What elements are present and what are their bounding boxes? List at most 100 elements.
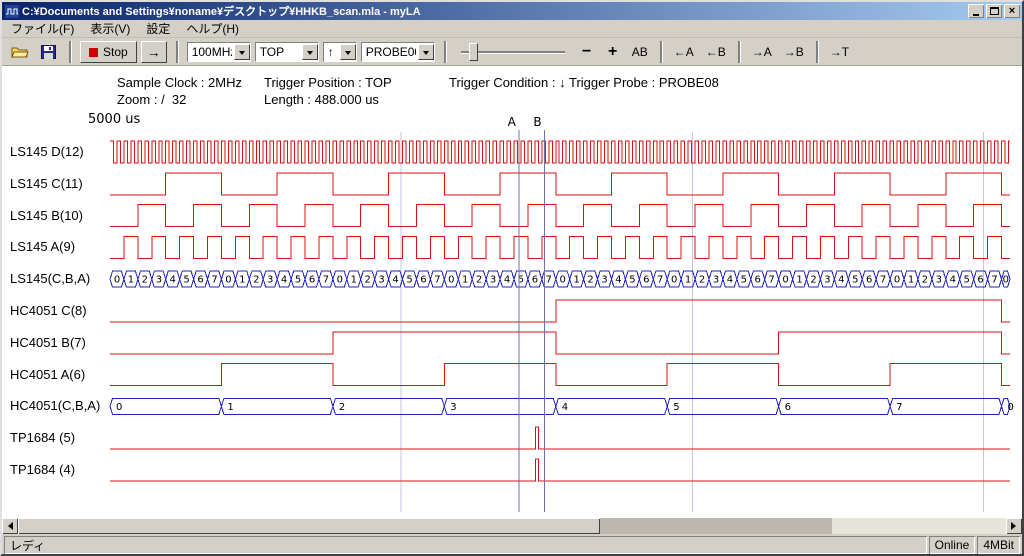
bus-value: 0 <box>225 275 231 286</box>
horizontal-scrollbar[interactable] <box>2 518 1022 534</box>
bus-value: 5 <box>183 275 189 286</box>
bus-value: 6 <box>866 275 872 286</box>
bus-value: 4 <box>615 275 621 286</box>
bus-value: 3 <box>450 402 456 413</box>
goto-cursor-b-right-button[interactable]: →B <box>779 41 809 63</box>
zoom-in-button[interactable]: + <box>601 41 625 63</box>
menu-help[interactable]: ヘルプ(H) <box>178 18 247 39</box>
bus-value: 6 <box>755 275 761 286</box>
channel-labels: LS145 D(12) LS145 C(11) LS145 B(10) LS145 A… <box>2 66 110 518</box>
app-window: C:¥Documents and Settings¥noname¥デスクトップ¥… <box>0 0 1024 556</box>
bus-value: 3 <box>378 275 384 286</box>
waveform-trace <box>110 300 1010 322</box>
stop-button-label: Stop <box>103 45 128 59</box>
maximize-button[interactable] <box>986 4 1002 18</box>
bus-value: 4 <box>504 275 510 286</box>
bus-value: 2 <box>253 275 259 286</box>
bus-segment <box>890 398 1001 414</box>
app-icon <box>5 5 19 18</box>
goto-trigger-button[interactable]: →T <box>825 41 854 63</box>
bus-value: 3 <box>601 275 607 286</box>
scrollbar-page-region[interactable] <box>600 518 832 534</box>
ab-button[interactable]: AB <box>627 41 653 63</box>
bus-value: 2 <box>476 275 482 286</box>
bus-value: 1 <box>796 275 802 286</box>
channel-label[interactable]: HC4051 A(6) <box>10 366 85 384</box>
bus-value: 4 <box>170 275 176 286</box>
chevron-down-icon[interactable] <box>340 44 356 60</box>
bus-value: 2 <box>339 402 345 413</box>
chevron-down-icon[interactable] <box>234 44 250 60</box>
bus-value: 1 <box>227 402 233 413</box>
app-icon-image <box>5 5 19 18</box>
waveform-area: Sample Clock : 2MHz Trigger Position : T… <box>2 66 1022 518</box>
bus-value: 5 <box>673 402 679 413</box>
save-button[interactable] <box>36 41 60 63</box>
status-online-badge: Online <box>929 536 976 554</box>
menu-file[interactable]: ファイル(F) <box>3 18 82 39</box>
channel-label[interactable]: LS145 B(10) <box>10 207 83 225</box>
zoom-out-button[interactable]: − <box>575 41 599 63</box>
scroll-left-button[interactable] <box>2 518 18 534</box>
bus-value: 3 <box>936 275 942 286</box>
menu-bar: ファイル(F)表示(V)設定ヘルプ(H) <box>2 20 1022 38</box>
close-button[interactable]: × <box>1004 4 1020 18</box>
menu-settings[interactable]: 設定 <box>138 18 178 39</box>
bus-value: 7 <box>657 275 663 286</box>
minimize-button[interactable] <box>968 4 984 18</box>
goto-cursor-a-left-button[interactable]: ←A <box>669 41 699 63</box>
sample-clock-value: 100MHz <box>192 45 232 59</box>
zoom-slider-thumb[interactable] <box>469 43 478 61</box>
channel-label[interactable]: TP1684 (4) <box>10 461 75 479</box>
bus-value: 5 <box>852 275 858 286</box>
channel-label[interactable]: LS145 A(9) <box>10 238 75 256</box>
bus-value: 1 <box>128 275 134 286</box>
chevron-down-icon[interactable] <box>418 44 434 60</box>
channel-label[interactable]: LS145 C(11) <box>10 175 83 193</box>
bus-segment <box>667 398 778 414</box>
nav-buttons: −+AB ←A←B →A→B →T <box>575 41 854 63</box>
arrow-right-icon <box>1011 522 1020 530</box>
bus-value: 7 <box>769 275 775 286</box>
goto-cursor-b-left-button[interactable]: ←B <box>701 41 731 63</box>
channel-label[interactable]: LS145(C,B,A) <box>10 270 90 288</box>
bus-value: 7 <box>546 275 552 286</box>
toolbar-separator <box>660 41 662 63</box>
status-memory-badge: 4MBit <box>977 536 1020 554</box>
bus-value: 0 <box>560 275 566 286</box>
trigger-probe-select[interactable]: PROBE00 <box>361 42 435 62</box>
bus-value: 4 <box>727 275 733 286</box>
channel-label[interactable]: TP1684 (5) <box>10 429 75 447</box>
open-button[interactable] <box>8 41 32 63</box>
bus-value: 1 <box>908 275 914 286</box>
goto-cursor-a-right-button[interactable]: →A <box>747 41 777 63</box>
bus-value: 6 <box>643 275 649 286</box>
bus-value: 5 <box>406 275 412 286</box>
channel-label[interactable]: LS145 D(12) <box>10 143 84 161</box>
run-button[interactable]: → <box>141 41 167 63</box>
scroll-right-button[interactable] <box>1006 518 1022 534</box>
channel-label[interactable]: HC4051(C,B,A) <box>10 397 100 415</box>
sample-clock-select[interactable]: 100MHz <box>187 42 251 62</box>
scrollbar-track[interactable] <box>18 518 1006 534</box>
window-controls: × <box>966 4 1020 18</box>
trigger-position-value: TOP <box>260 45 300 59</box>
trigger-position-select[interactable]: TOP <box>255 42 319 62</box>
scrollbar-thumb[interactable] <box>18 518 600 534</box>
menu-view[interactable]: 表示(V) <box>82 18 138 39</box>
bus-value: 7 <box>434 275 440 286</box>
bus-value: 0 <box>782 275 788 286</box>
stop-button[interactable]: Stop <box>80 41 137 63</box>
trigger-probe-value: PROBE00 <box>366 45 416 59</box>
chevron-down-icon[interactable] <box>302 44 318 60</box>
bus-value: 4 <box>838 275 844 286</box>
cursor-b-label: B <box>533 115 541 129</box>
toolbar-separator <box>738 41 740 63</box>
channel-label[interactable]: HC4051 C(8) <box>10 302 87 320</box>
bus-value: 1 <box>239 275 245 286</box>
toolbar-separator <box>816 41 818 63</box>
zoom-slider[interactable] <box>461 41 565 63</box>
channel-label[interactable]: HC4051 B(7) <box>10 334 86 352</box>
trigger-edge-select[interactable]: ↑ <box>323 42 357 62</box>
window-title: C:¥Documents and Settings¥noname¥デスクトップ¥… <box>22 3 966 19</box>
